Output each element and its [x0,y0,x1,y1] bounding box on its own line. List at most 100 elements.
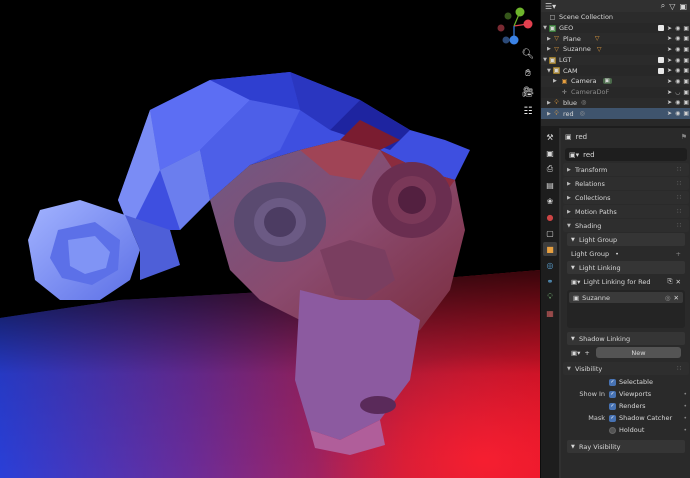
camera-render-icon[interactable]: ▣ [683,57,689,64]
grid-perspective-icon[interactable]: ☷ [520,103,536,119]
outliner-row-cam[interactable]: ▼ ▣ CAM ➤ ◉ ▣ [541,65,690,76]
outliner-row-plane[interactable]: ▶ ▽ Plane ▽ ➤ ◉ ▣ [541,33,690,45]
collapse-toggle-icon[interactable]: ▼ [541,57,549,63]
remove-icon[interactable]: ✕ [674,294,679,302]
show-in-renders-row[interactable]: ✓ Renders • [561,400,690,412]
viewports-checkbox[interactable]: ✓ [609,390,616,398]
camera-render-icon[interactable]: ▣ [683,67,689,74]
exclude-checkbox[interactable] [658,67,665,74]
exclude-checkbox[interactable] [658,25,665,32]
copy-icon[interactable]: ⎘ [667,277,672,286]
shadow-catcher-checkbox[interactable]: ✓ [609,414,616,422]
expand-toggle-icon[interactable]: ▶ [541,100,551,106]
shadow-catcher-row[interactable]: Mask ✓ Shadow Catcher • [561,412,690,424]
exclude-checkbox[interactable] [658,57,665,64]
expand-toggle-icon[interactable]: ▶ [541,111,551,117]
camera-render-icon[interactable]: ▣ [683,35,689,42]
collapse-toggle-icon[interactable]: ▼ [541,68,551,74]
camera-render-icon[interactable]: ▣ [683,110,689,117]
select-arrow-icon[interactable]: ➤ [667,57,672,64]
panel-visibility[interactable]: ▼ Visibility ∷ [563,362,689,375]
expand-toggle-icon[interactable]: ▶ [541,36,551,42]
expand-toggle-icon[interactable]: ▶ [541,46,551,52]
select-arrow-icon[interactable]: ➤ [667,25,672,32]
new-collection-button[interactable]: New [595,347,681,358]
add-light-group-icon[interactable]: + [676,250,681,258]
panel-transform[interactable]: ▶ Transform ∷ [563,163,689,176]
pin-icon[interactable]: ⚑ [681,133,687,141]
navigation-gizmo[interactable] [492,4,536,48]
eye-icon[interactable]: ◉ [675,46,680,53]
add-icon[interactable]: + [584,349,589,357]
filter-icon[interactable]: ▽ [669,2,675,11]
light-group-dot-icon[interactable]: • [615,250,619,258]
output-tab-icon[interactable]: ⎙ [543,162,557,176]
collection-icon[interactable]: ▣▾ [571,349,580,357]
panel-shading[interactable]: ▼ Shading ∷ [563,219,689,232]
constraints-tab-icon[interactable]: ⚭ [543,274,557,288]
render-tab-icon[interactable]: ▣ [543,146,557,160]
light-linking-collection-row[interactable]: ▣▾ Light Linking for Red ⎘ ✕ [567,275,685,288]
eye-icon[interactable]: ◉ [675,67,680,74]
panel-relations[interactable]: ▶ Relations ∷ [563,177,689,190]
editor-type-icon[interactable]: ☰▾ [545,2,556,11]
3d-viewport[interactable]: 🔍︎ ✋︎ 🎥︎ ☷ [0,0,540,478]
light-linking-list[interactable]: ▣ Suzanne ◎ ✕ [567,290,685,328]
new-collection-icon[interactable]: ▣ [679,2,687,11]
world-tab-icon[interactable]: ● [543,210,557,224]
camera-view-icon[interactable]: 🎥︎ [520,84,536,100]
select-arrow-icon[interactable]: ➤ [667,78,672,85]
camera-render-icon[interactable]: ▣ [683,78,689,85]
object-name-field[interactable]: ▣▾ red [565,148,687,161]
object-tab-icon[interactable]: ■ [543,242,557,256]
list-item[interactable]: ▣ Suzanne ◎ ✕ [569,292,683,303]
collection-icon[interactable]: ▣▾ [571,278,580,286]
eye-icon[interactable]: ◉ [675,110,680,117]
eye-icon[interactable]: ◉ [675,35,680,42]
select-arrow-icon[interactable]: ➤ [667,35,672,42]
collection-tab-icon[interactable]: ▢ [543,226,557,240]
select-arrow-icon[interactable]: ➤ [667,110,672,117]
subpanel-shadow-linking[interactable]: ▼ Shadow Linking [567,332,685,345]
camera-render-icon[interactable]: ▣ [683,25,689,32]
tool-tab-icon[interactable]: ⚒ [543,130,557,144]
subpanel-light-group[interactable]: ▼ Light Group [567,233,685,246]
eye-closed-icon[interactable]: ◡ [675,89,680,96]
selectable-checkbox[interactable]: ✓ [609,378,616,386]
outliner-row-blue[interactable]: ▶ 💡︎ blue ◎ ➤ ◉ ▣ [541,97,690,109]
outliner-row-cameradof[interactable]: ✛ CameraDoF ➤ ◡ ▣ [541,87,690,98]
panel-motion-paths[interactable]: ▶ Motion Paths ∷ [563,205,689,218]
outliner-row-red[interactable]: ▶ 💡︎ red ◎ ➤ ◉ ▣ [541,108,690,119]
eye-icon[interactable]: ◉ [675,25,680,32]
select-arrow-icon[interactable]: ➤ [667,99,672,106]
physics-tab-icon[interactable]: ◎ [543,258,557,272]
pan-hand-icon[interactable]: ✋︎ [520,65,536,81]
subpanel-ray-visibility[interactable]: ▼ Ray Visibility [567,440,685,453]
select-arrow-icon[interactable]: ➤ [667,89,672,96]
outliner-row-scene-collection[interactable]: □ Scene Collection [541,12,690,23]
holdout-checkbox[interactable] [609,426,616,434]
expand-toggle-icon[interactable]: ▶ [541,78,557,84]
collapse-toggle-icon[interactable]: ▼ [541,25,549,31]
outliner-row-lgt[interactable]: ▼ ▣ LGT ➤ ◉ ▣ [541,54,690,66]
search-icon[interactable]: ⌕ [661,1,665,11]
eye-icon[interactable]: ◉ [675,57,680,64]
holdout-row[interactable]: Holdout • [561,424,690,436]
outliner-row-suzanne[interactable]: ▶ ▽ Suzanne ▽ ➤ ◉ ▣ [541,44,690,55]
scene-tab-icon[interactable]: ❀ [543,194,557,208]
camera-render-icon[interactable]: ▣ [683,99,689,106]
eye-icon[interactable]: ◉ [675,78,680,85]
select-arrow-icon[interactable]: ➤ [667,46,672,53]
selectable-row[interactable]: ✓ Selectable [561,376,690,388]
remove-icon[interactable]: ✕ [676,278,681,286]
show-in-viewports-row[interactable]: Show In ✓ Viewports • [561,388,690,400]
light-bulb-icon[interactable]: ◎ [665,294,671,302]
panel-collections[interactable]: ▶ Collections ∷ [563,191,689,204]
outliner-row-geo[interactable]: ▼ ▣ GEO ➤ ◉ ▣ [541,23,690,34]
camera-render-icon[interactable]: ▣ [683,89,689,96]
texture-tab-icon[interactable]: ▦ [543,306,557,320]
renders-checkbox[interactable]: ✓ [609,402,616,410]
data-tab-icon[interactable]: 💡︎ [543,290,557,304]
eye-icon[interactable]: ◉ [675,99,680,106]
outliner-row-camera[interactable]: ▶ ▣ Camera ▣ ➤ ◉ ▣ [541,76,690,87]
